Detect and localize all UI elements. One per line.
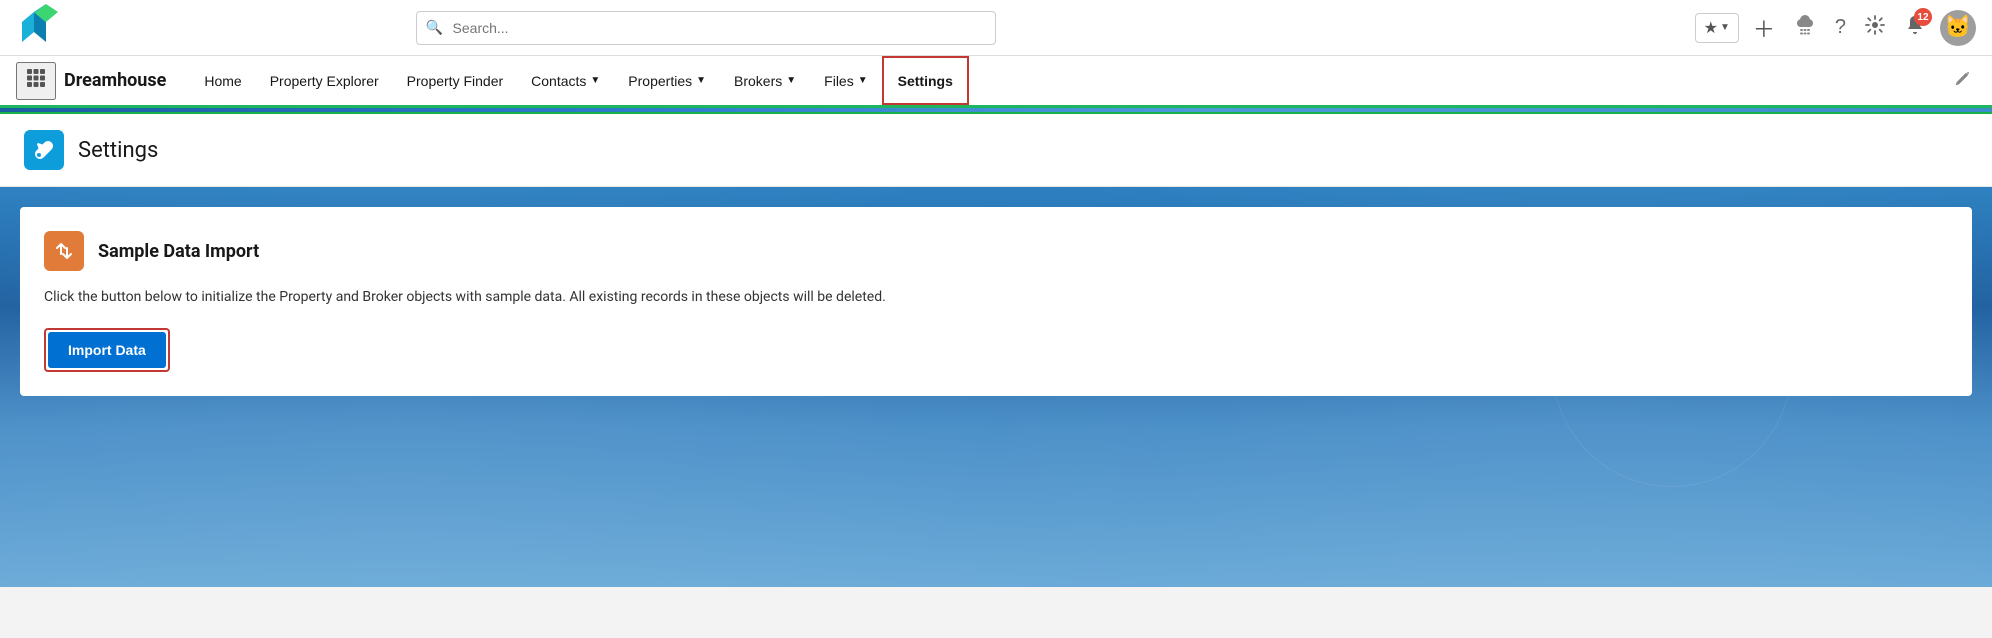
top-bar: 🔍 ★ ▼ ＋ ? [0, 0, 1992, 56]
nav-item-home[interactable]: Home [190, 56, 255, 105]
nav-item-property-finder[interactable]: Property Finder [393, 56, 517, 105]
waffle-icon[interactable] [1789, 9, 1821, 46]
app-grid-icon[interactable] [16, 62, 56, 100]
page-title: Settings [78, 138, 158, 163]
brokers-chevron-icon: ▼ [786, 75, 796, 86]
sample-data-card: Sample Data Import Click the button belo… [20, 207, 1972, 396]
app-logo [16, 4, 60, 52]
page-header: Settings [0, 114, 1992, 187]
card-header: Sample Data Import [44, 231, 1948, 271]
card-title: Sample Data Import [98, 241, 259, 262]
app-name: Dreamhouse [64, 70, 166, 91]
search-input[interactable] [416, 11, 996, 45]
star-icon: ★ [1704, 18, 1718, 38]
top-bar-actions: ★ ▼ ＋ ? [1695, 8, 1976, 48]
nav-edit-icon[interactable] [1950, 65, 1976, 96]
avatar[interactable]: 🐱 [1940, 10, 1976, 46]
nav-item-property-explorer[interactable]: Property Explorer [256, 56, 393, 105]
properties-chevron-icon: ▼ [696, 75, 706, 86]
search-container: 🔍 [416, 11, 996, 45]
card-description: Click the button below to initialize the… [44, 287, 1948, 308]
settings-page-icon [24, 130, 64, 170]
import-button-wrapper: Import Data [44, 328, 170, 372]
nav-bar: Dreamhouse Home Property Explorer Proper… [0, 56, 1992, 108]
nav-item-brokers[interactable]: Brokers ▼ [720, 56, 810, 105]
help-button[interactable]: ? [1831, 12, 1850, 43]
nav-item-properties[interactable]: Properties ▼ [614, 56, 720, 105]
files-chevron-icon: ▼ [858, 75, 868, 86]
page-header-area: Settings [0, 114, 1992, 187]
import-icon [44, 231, 84, 271]
user-avatar-icon: 🐱 [1944, 15, 1971, 40]
nav-item-files[interactable]: Files ▼ [810, 56, 881, 105]
search-icon: 🔍 [426, 20, 443, 36]
nav-item-settings[interactable]: Settings [882, 56, 969, 105]
setup-button[interactable] [1860, 10, 1890, 45]
notification-count: 12 [1914, 8, 1932, 26]
import-data-button[interactable]: Import Data [48, 332, 166, 368]
notifications-button[interactable]: 12 [1900, 10, 1930, 45]
content-area: Sample Data Import Click the button belo… [0, 187, 1992, 587]
favorites-button[interactable]: ★ ▼ [1695, 13, 1739, 43]
nav-item-contacts[interactable]: Contacts ▼ [517, 56, 614, 105]
contacts-chevron-icon: ▼ [590, 75, 600, 86]
add-button[interactable]: ＋ [1749, 8, 1779, 48]
chevron-down-icon: ▼ [1720, 22, 1730, 33]
nav-items: Home Property Explorer Property Finder C… [190, 56, 969, 105]
